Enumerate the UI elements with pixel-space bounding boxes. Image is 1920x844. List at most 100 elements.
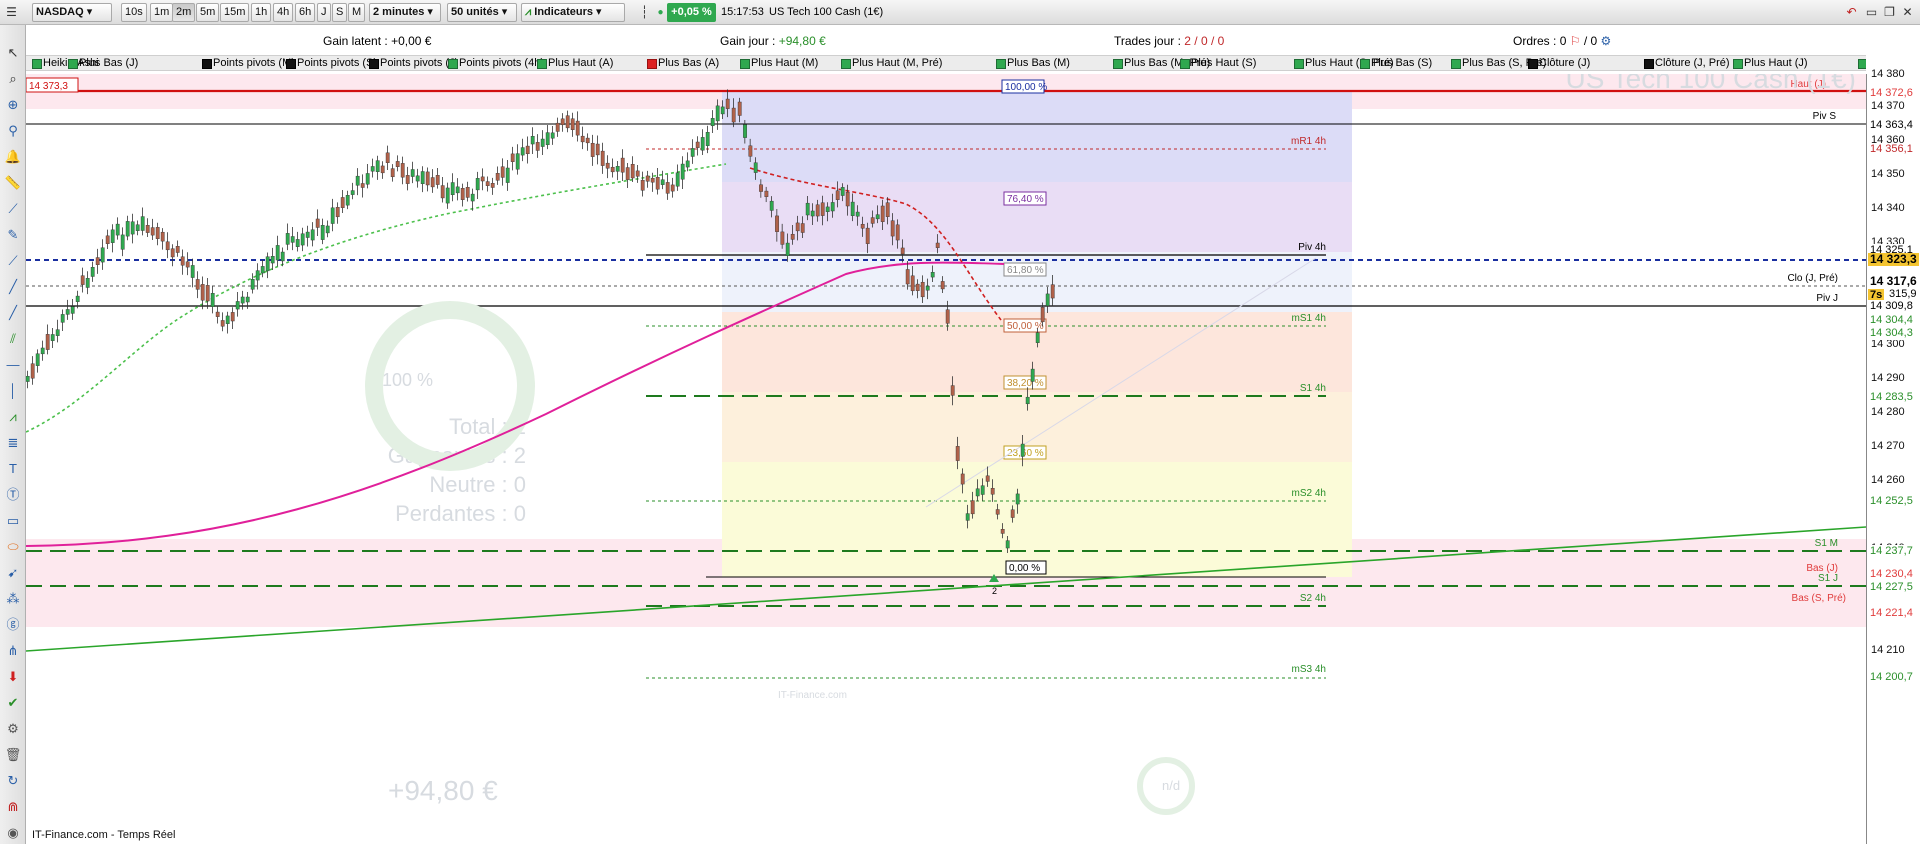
zigzag-icon[interactable]: ⩘: [3, 407, 23, 427]
tf-5m[interactable]: 5m: [196, 3, 220, 22]
indicator-tab[interactable]: Plus Bas (S): [1358, 57, 1432, 70]
ray-icon[interactable]: ╱: [3, 303, 23, 323]
candle-body: [130, 221, 135, 235]
indicator-tab[interactable]: Plus Haut (J: [1856, 57, 1866, 70]
indicator-tab[interactable]: Plus Haut (A): [535, 57, 613, 70]
candle-body: [840, 187, 845, 196]
tf-2m[interactable]: 2m: [172, 3, 196, 22]
candle-body: [805, 202, 810, 216]
pattern-icon[interactable]: ⁂: [3, 589, 23, 609]
indicator-tab[interactable]: Points pivots (S): [284, 57, 377, 70]
chart-canvas[interactable]: Haut (J)Piv SmR1 4hPiv 4hClo (J, Pré)Piv…: [26, 74, 1866, 844]
candle-body: [270, 256, 275, 264]
candle-body: [885, 202, 890, 217]
order-settings-icon[interactable]: ⚙: [1601, 34, 1612, 48]
maximize-icon[interactable]: ❐: [1881, 4, 1898, 21]
candle-body: [725, 98, 730, 109]
interval-select[interactable]: 2 minutes ▾: [369, 3, 441, 22]
ellipse-icon[interactable]: ⬭: [3, 537, 23, 557]
vertical-line-icon[interactable]: │: [3, 381, 23, 401]
tf-10s[interactable]: 10s: [121, 3, 147, 22]
indicator-tab[interactable]: Plus Haut (M, Pré): [839, 57, 942, 70]
tf-1h[interactable]: 1h: [251, 3, 272, 22]
channel-icon[interactable]: ⫽: [3, 329, 23, 349]
cursor-icon[interactable]: ↖: [3, 43, 23, 63]
candle-body: [620, 157, 625, 173]
chart-watermark: US Tech 100 Cash (1€): [1565, 74, 1856, 94]
indicator-tab[interactable]: Points pivots (J): [367, 57, 458, 70]
arrow-tool-icon[interactable]: ➹: [3, 563, 23, 583]
wave-icon[interactable]: ⓖ: [3, 615, 23, 635]
candle-body: [435, 175, 440, 185]
fibonacci-icon[interactable]: ≣: [3, 433, 23, 453]
level-label: Piv J: [1816, 293, 1838, 304]
order-flag-icon[interactable]: ⚐: [1570, 34, 1581, 48]
candle-body: [955, 446, 960, 461]
magnet-icon[interactable]: ⚲: [3, 121, 23, 141]
price-chart[interactable]: Haut (J) Piv SmR1 4h Piv 4h Clo (J, Pré) Piv…: [26, 74, 1866, 844]
menu-icon[interactable]: ☰: [3, 4, 20, 21]
indicator-tab[interactable]: Points pivots (M): [200, 57, 295, 70]
refresh-icon[interactable]: ↻: [3, 771, 23, 791]
eye-icon[interactable]: ◉: [3, 823, 23, 843]
zoom-icon[interactable]: ⌕: [3, 69, 23, 89]
candle-body: [1010, 509, 1015, 518]
indicators-button[interactable]: ⩘ Indicateurs ▾: [521, 3, 625, 22]
indicator-tab[interactable]: Plus Haut (S): [1178, 57, 1256, 70]
tf-6h[interactable]: 6h: [295, 3, 316, 22]
indicator-tab[interactable]: Clôture (J, Pré): [1642, 57, 1730, 70]
indicator-tab[interactable]: Points pivots (4h): [446, 57, 544, 70]
axis-price-tag: 14 304,3: [1868, 327, 1915, 340]
tf-month[interactable]: M: [348, 3, 366, 22]
text-tool-icon[interactable]: T: [3, 459, 23, 479]
units-select[interactable]: 50 unités ▾: [447, 3, 517, 22]
tf-week[interactable]: S: [332, 3, 348, 22]
axis-tick-label: 14 210: [1871, 644, 1905, 656]
indicator-tab[interactable]: Plus Bas (J): [66, 57, 138, 70]
zoom-area-icon[interactable]: ⊕: [3, 95, 23, 115]
indicator-tab[interactable]: Plus Haut (M): [738, 57, 818, 70]
candle-body: [925, 285, 930, 291]
indicator-tab[interactable]: Plus Bas (A): [645, 57, 719, 70]
rectangle-icon[interactable]: ▭: [3, 511, 23, 531]
back-icon[interactable]: ↶: [1843, 4, 1860, 21]
pencil-icon[interactable]: ✎: [3, 225, 23, 245]
magnet-lock-icon[interactable]: ⋒: [3, 797, 23, 817]
candle-body: [769, 200, 774, 211]
fib-label: 23,60 %: [1007, 448, 1044, 459]
close-icon[interactable]: ✕: [1899, 4, 1916, 21]
tf-label: 10s: [125, 6, 143, 18]
trades-jour: Trades jour : 2 / 0 / 0: [1114, 34, 1224, 48]
tf-1m[interactable]: 1m: [150, 3, 174, 22]
segment-icon[interactable]: ⟋: [3, 251, 23, 271]
candle-body: [500, 166, 505, 178]
pitchfork-icon[interactable]: ⋔: [3, 641, 23, 661]
indicator-tab[interactable]: Plus Haut (J): [1731, 57, 1808, 70]
trash-icon[interactable]: 🗑: [3, 745, 23, 765]
line-icon[interactable]: ╱: [3, 277, 23, 297]
level-label: S1 4h: [1300, 383, 1326, 394]
candle-body: [235, 301, 240, 310]
tf-4h[interactable]: 4h: [273, 3, 294, 22]
candle-body: [1050, 284, 1055, 299]
instrument-select[interactable]: NASDAQ ▾: [32, 3, 112, 22]
minimize-icon[interactable]: ▭: [1863, 4, 1880, 21]
candle-body: [650, 177, 655, 183]
level-label: mR1 4h: [1291, 136, 1326, 147]
horizontal-line-icon[interactable]: ―: [3, 355, 23, 375]
indicator-tab[interactable]: Clôture (J): [1526, 57, 1590, 70]
alert-bell-icon[interactable]: 🔔: [3, 147, 23, 167]
trend-icon[interactable]: ⟋: [3, 199, 23, 219]
candle-body: [210, 293, 215, 307]
down-arrow-icon[interactable]: ⬇: [3, 667, 23, 687]
ruler-icon[interactable]: 📏: [3, 173, 23, 193]
text-bubble-icon[interactable]: Ⓣ: [3, 485, 23, 505]
indicators-icon: ⩘: [525, 6, 532, 18]
check-icon[interactable]: ✔: [3, 693, 23, 713]
tf-15m[interactable]: 15m: [220, 3, 250, 22]
chart-type-icon[interactable]: ┆: [636, 4, 653, 21]
price-axis[interactable]: 14 380 14 370 14 360 14 350 14 340 14 330 14 3…: [1866, 68, 1920, 844]
settings-icon[interactable]: ⚙: [3, 719, 23, 739]
tf-day[interactable]: J: [317, 3, 331, 22]
indicator-tab[interactable]: Plus Bas (M): [994, 57, 1070, 70]
